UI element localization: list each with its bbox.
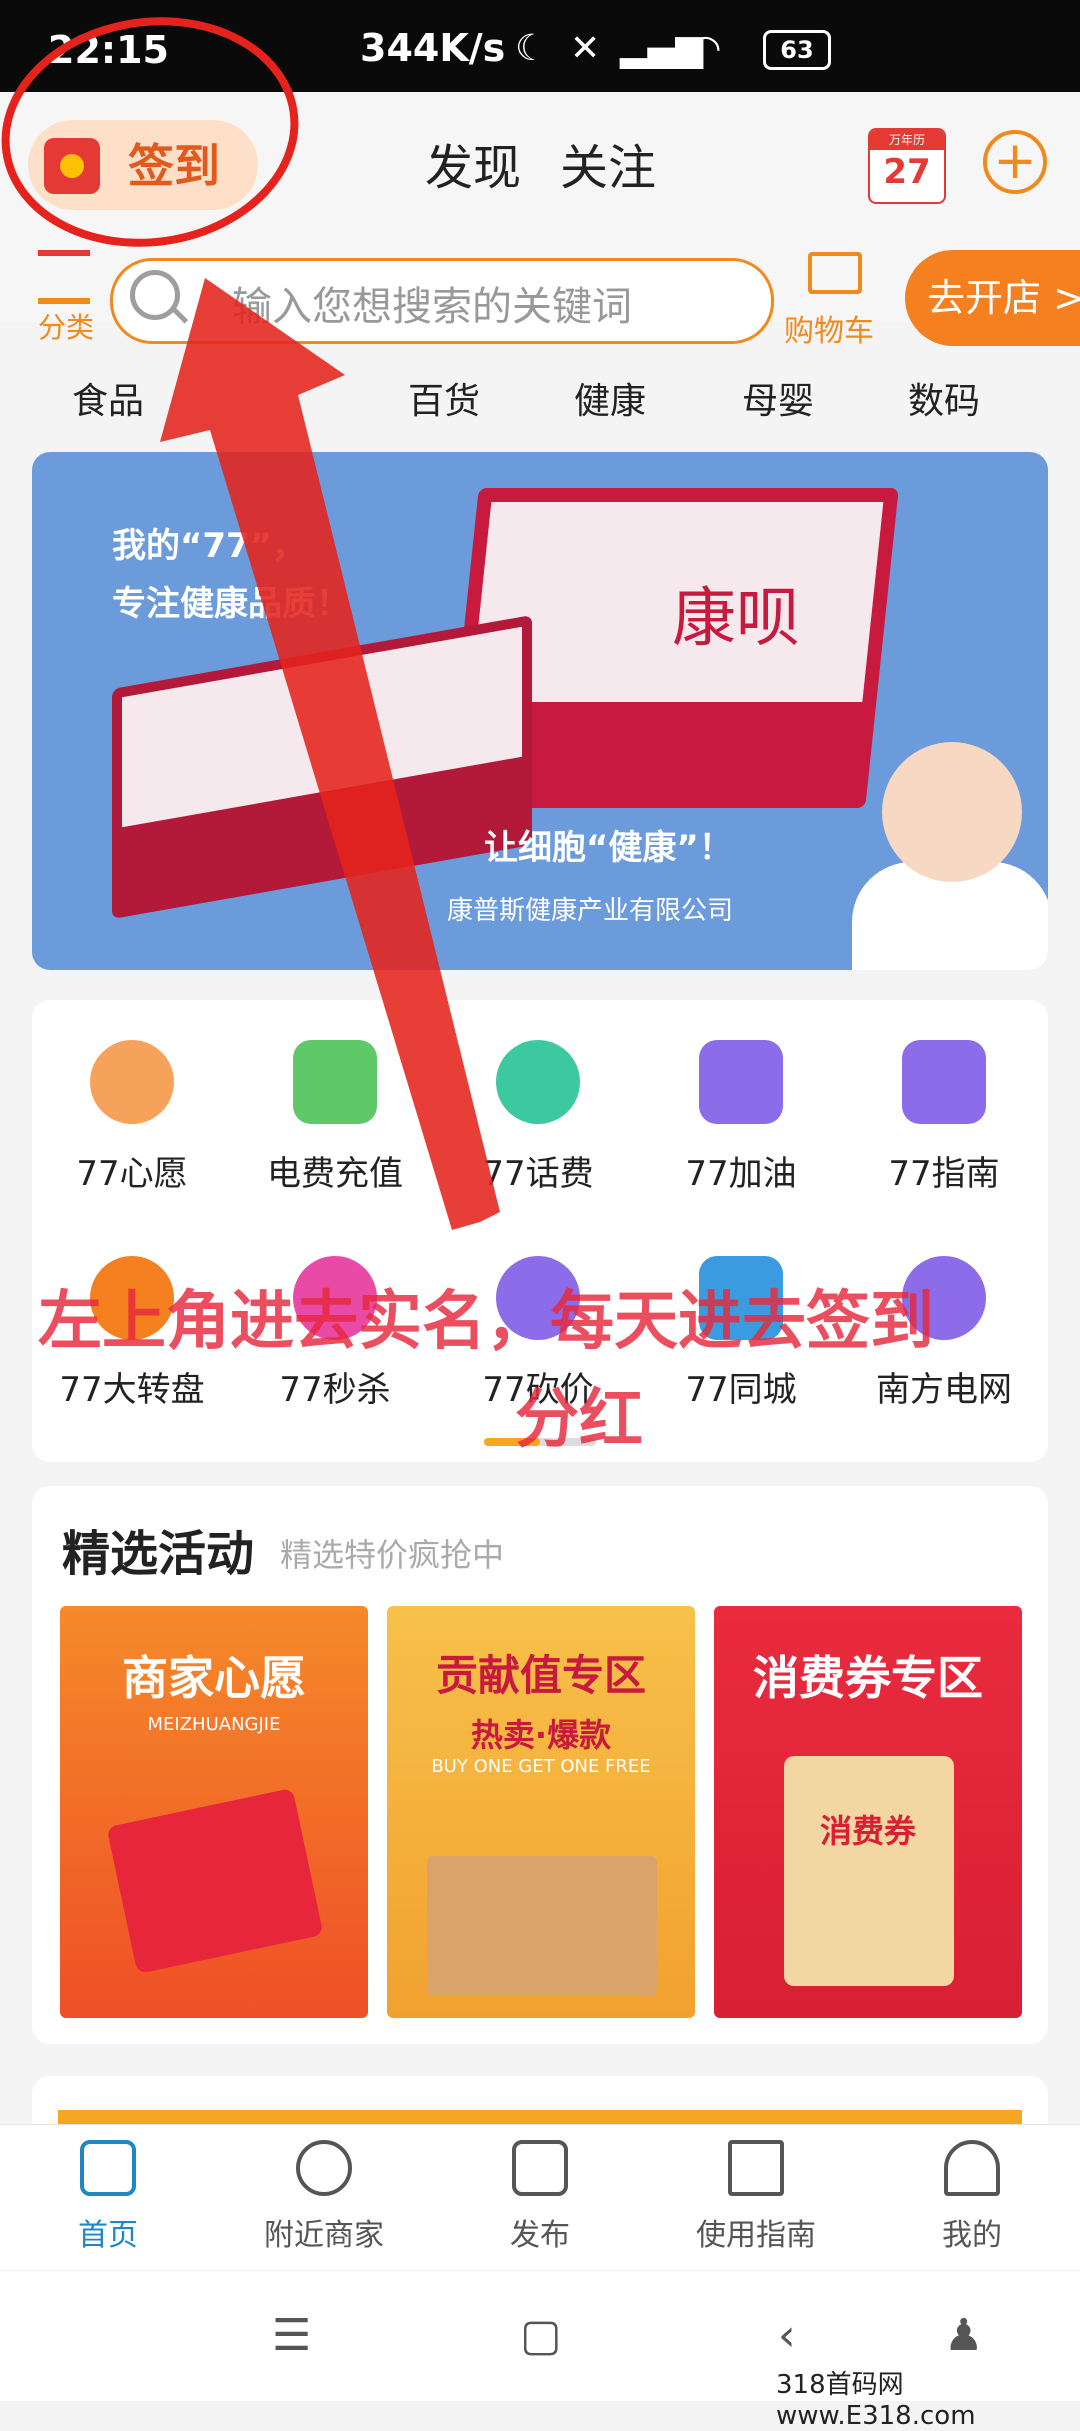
mute-icon: ✕ <box>570 28 601 69</box>
grid-item-label: 77心愿 <box>76 1154 188 1194</box>
annotation-text: 分红 <box>515 1383 643 1457</box>
nav-label: 我的 <box>942 2218 1002 2253</box>
activity-card-contribution[interactable]: 贡献值专区 热卖·爆款 BUY ONE GET ONE FREE <box>387 1606 695 2018</box>
calendar-day: 27 <box>883 152 931 192</box>
nav-publish[interactable]: 发布 <box>450 2140 630 2254</box>
cart-label[interactable]: 购物车 <box>784 306 874 350</box>
banner-line-1: 我的“77”， <box>112 526 307 566</box>
coupon-envelope-illustration <box>784 1756 954 1986</box>
menu-icon[interactable]: ☰ <box>272 2310 311 2361</box>
category-tabs: 食品 百货 健康 母婴 数码 <box>0 372 1080 432</box>
search-placeholder: 输入您想搜索的关键词 <box>232 284 632 330</box>
watermark: 318首码网 www.E318.com <box>776 2370 976 2431</box>
nav-label: 附近商家 <box>264 2218 384 2253</box>
product-name: 康呗 <box>672 582 800 656</box>
globe-icon <box>296 2140 352 2196</box>
phone-coupon-illustration <box>106 1787 324 1975</box>
accessibility-icon[interactable]: ♟ <box>944 2310 983 2361</box>
category-icon[interactable] <box>38 250 90 304</box>
red-envelope-icon <box>44 138 100 194</box>
grid-item-label: 77同城 <box>685 1370 797 1410</box>
grid-item-label: 77秒杀 <box>279 1370 391 1410</box>
add-icon[interactable]: + <box>983 130 1047 194</box>
nav-guide[interactable]: 使用指南 <box>666 2140 846 2254</box>
activity-card-sub: 消费券 <box>819 1812 916 1850</box>
grid-item-phone[interactable]: 77话费 <box>438 1040 638 1195</box>
category-tab[interactable]: 母婴 <box>742 372 814 424</box>
category-tab[interactable]: 健康 <box>574 372 646 424</box>
home-icon <box>80 2140 136 2196</box>
grid-item-label: 77加油 <box>685 1154 797 1194</box>
fuel-pump-icon <box>699 1040 783 1124</box>
piggy-bank-icon <box>90 1040 174 1124</box>
tab-follow[interactable]: 关注 <box>560 128 656 198</box>
tab-discover[interactable]: 发现 <box>425 128 521 198</box>
user-icon <box>944 2140 1000 2196</box>
calendar-header: 万年历 <box>870 130 944 150</box>
product-box-image <box>112 614 532 920</box>
category-tab[interactable]: 食品 <box>72 372 144 424</box>
shopping-cart-icon[interactable] <box>808 252 862 294</box>
activity-card-title: 消费券专区 <box>753 1651 983 1705</box>
back-icon[interactable]: ‹ <box>778 2310 796 2361</box>
annotation-text: 左上角进去实名，每天进去签到 <box>38 1285 934 1359</box>
battery-indicator: 63 <box>763 30 831 70</box>
doctor-face <box>882 742 1022 882</box>
search-icon <box>130 270 180 320</box>
nav-nearby-merchants[interactable]: 附近商家 <box>234 2140 414 2254</box>
status-bar: 22:15 344K/s ☾ ✕ ▂▄▆ ◠ 63 <box>0 0 1080 92</box>
activity-card-merchant-wish[interactable]: 商家心愿 MEIZHUANGJIE <box>60 1606 368 2018</box>
activity-card-sub: 热卖·爆款 <box>470 1716 612 1754</box>
grid-item-label: 77话费 <box>482 1154 594 1194</box>
play-icon <box>512 2140 568 2196</box>
grid-item-fuel[interactable]: 77加油 <box>641 1040 841 1195</box>
banner-line-2: 专注健康品质！ <box>112 584 350 624</box>
moon-icon: ☾ <box>515 28 548 69</box>
book-icon <box>728 2140 784 2196</box>
home-icon <box>902 1040 986 1124</box>
home-square-icon[interactable]: ▢ <box>520 2310 562 2361</box>
box-products-illustration <box>427 1856 657 1996</box>
grid-item-label: 77大转盘 <box>59 1370 205 1410</box>
category-tab[interactable]: 数码 <box>908 372 980 424</box>
sign-in-label: 签到 <box>128 139 220 193</box>
grid-item-label: 77指南 <box>888 1154 1000 1194</box>
activity-card-sub-en: BUY ONE GET ONE FREE <box>431 1756 651 1777</box>
activity-card-title: 贡献值专区 <box>435 1651 646 1700</box>
wifi-icon: ◠ <box>690 28 722 69</box>
electricity-bill-icon <box>293 1040 377 1124</box>
banner-line-3: 让细胞“健康”！ <box>484 828 733 868</box>
category-tab[interactable]: 百货 <box>408 372 480 424</box>
grid-item-wish[interactable]: 77心愿 <box>32 1040 232 1195</box>
section-title: 精选活动 <box>62 1526 255 1582</box>
nav-label: 发布 <box>510 2218 570 2253</box>
grid-item-label: 南方电网 <box>876 1370 1012 1410</box>
status-time: 22:15 <box>48 28 169 72</box>
activity-card-sub: MEIZHUANGJIE <box>147 1714 281 1735</box>
network-speed: 344K/s <box>360 26 506 70</box>
grid-item-label: 电费充值 <box>267 1154 403 1194</box>
category-label[interactable]: 分类 <box>38 306 94 346</box>
nav-label: 首页 <box>78 2218 138 2253</box>
nav-label: 使用指南 <box>696 2218 816 2253</box>
phone-icon <box>496 1040 580 1124</box>
grid-item-electricity[interactable]: 电费充值 <box>235 1040 435 1195</box>
open-shop-button[interactable]: 去开店 > <box>905 250 1080 346</box>
activity-card-coupon[interactable]: 消费券专区 消费券 <box>714 1606 1022 2018</box>
nav-home[interactable]: 首页 <box>18 2140 198 2254</box>
banner-company: 康普斯健康产业有限公司 <box>447 896 734 926</box>
section-subtitle: 精选特价疯抢中 <box>280 1536 505 1574</box>
activity-card-title: 商家心愿 <box>122 1651 306 1705</box>
promo-banner[interactable]: 康呗 我的“77”， 专注健康品质！ 让细胞“健康”！ 康普斯健康产业有限公司 <box>32 452 1048 970</box>
grid-item-guide[interactable]: 77指南 <box>844 1040 1044 1195</box>
nav-profile[interactable]: 我的 <box>882 2140 1062 2254</box>
calendar-icon[interactable]: 万年历 27 <box>868 128 946 204</box>
